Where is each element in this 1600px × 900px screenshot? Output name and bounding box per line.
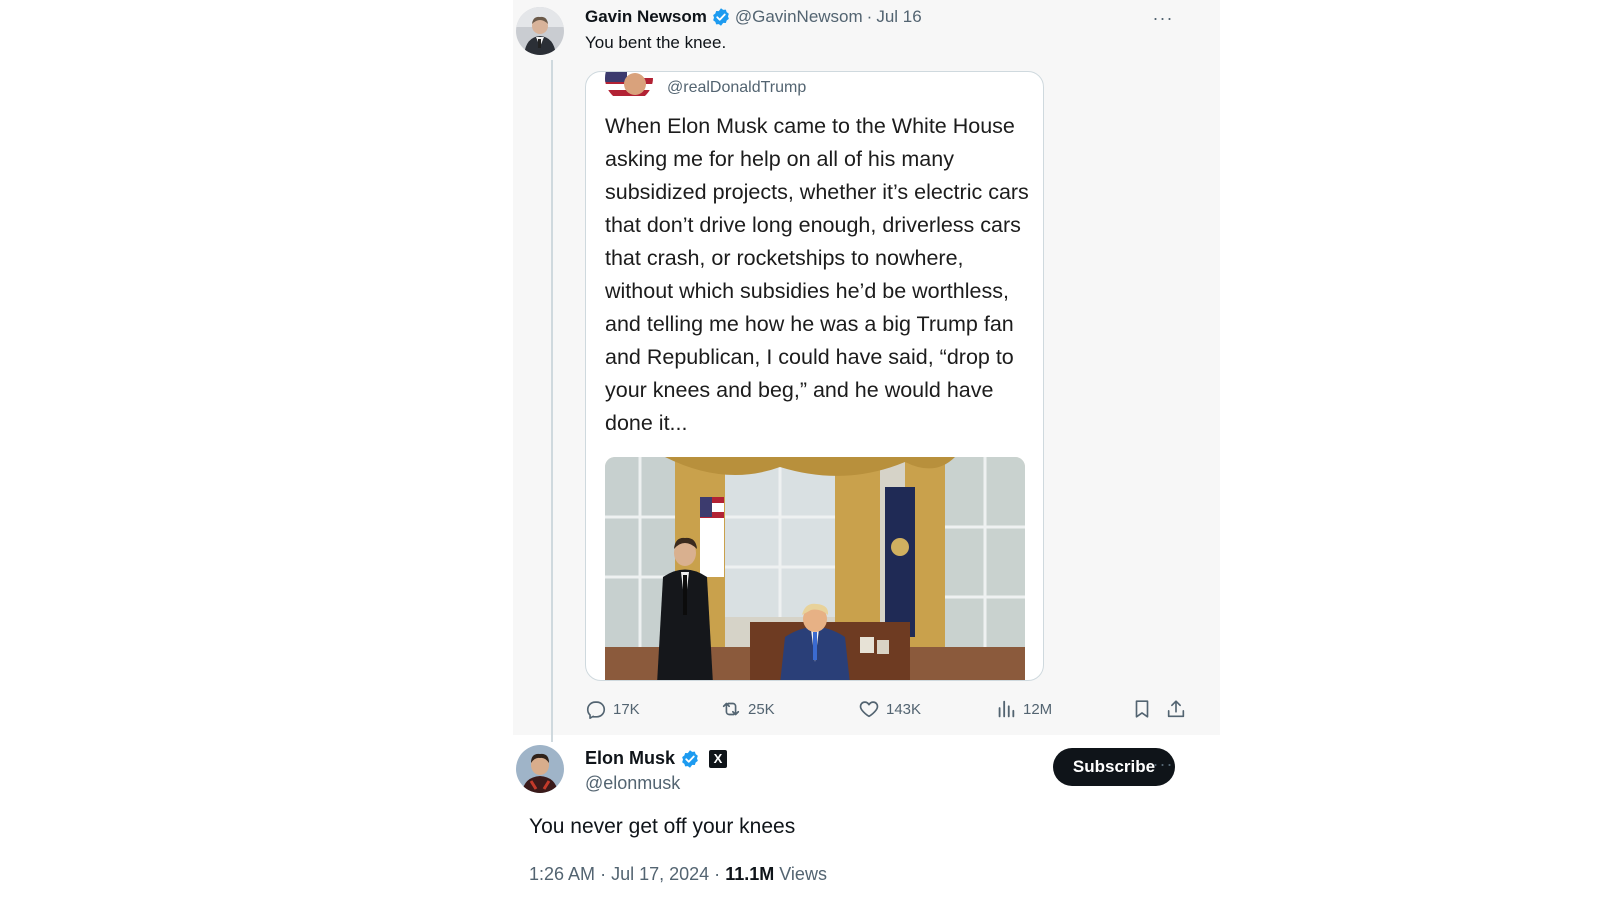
more-icon[interactable]: ··· bbox=[1151, 752, 1175, 776]
gavin-newsom-avatar[interactable] bbox=[516, 7, 564, 55]
tweet-metadata: 1:26 AM · Jul 17, 2024 · 11.1M Views bbox=[529, 864, 827, 885]
author-name[interactable]: Elon Musk bbox=[585, 748, 675, 769]
quoted-post-card[interactable]: @realDonaldTrump When Elon Musk came to … bbox=[585, 71, 1044, 681]
elon-musk-avatar[interactable] bbox=[516, 745, 564, 793]
parent-tweet[interactable]: Gavin Newsom @GavinNewsom · Jul 16 ··· Y… bbox=[513, 0, 1220, 742]
parent-tweet-header: Gavin Newsom @GavinNewsom · Jul 16 bbox=[585, 7, 922, 27]
reply-count: 17K bbox=[613, 700, 640, 718]
date-separator: · bbox=[866, 7, 873, 26]
reply-header: Elon Musk X @elonmusk bbox=[585, 748, 728, 794]
x-affiliate-badge[interactable]: X bbox=[709, 749, 728, 768]
repost-button[interactable]: 25K bbox=[720, 698, 775, 720]
author-handle[interactable]: @elonmusk bbox=[585, 773, 727, 794]
views-button[interactable]: 12M bbox=[995, 698, 1052, 720]
views-icon bbox=[998, 700, 1015, 718]
quoted-avatar bbox=[605, 72, 653, 102]
meta-separator: · bbox=[714, 864, 721, 884]
meta-separator: · bbox=[600, 864, 607, 884]
quoted-text: When Elon Musk came to the White House a… bbox=[605, 114, 1029, 435]
oval-office-photo bbox=[605, 457, 1025, 680]
bookmark-button[interactable] bbox=[1131, 698, 1153, 720]
tweet-text: You bent the knee. bbox=[585, 33, 727, 52]
views-label: Views bbox=[779, 864, 827, 884]
share-icon bbox=[1167, 700, 1185, 718]
like-count: 143K bbox=[886, 700, 922, 718]
repost-count: 25K bbox=[748, 700, 775, 718]
view-count: 12M bbox=[1023, 700, 1053, 718]
reply-icon bbox=[586, 701, 606, 719]
like-button[interactable]: 143K bbox=[858, 698, 921, 720]
tweet-thread: Gavin Newsom @GavinNewsom · Jul 16 ··· Y… bbox=[513, 0, 1220, 900]
repost-icon bbox=[722, 702, 740, 716]
quoted-handle: @realDonaldTrump bbox=[667, 79, 807, 96]
reply-button[interactable]: 17K bbox=[585, 698, 640, 720]
engagement-bar: 17K 25K 143K 12M bbox=[585, 698, 1205, 722]
author-name[interactable]: Gavin Newsom bbox=[585, 7, 707, 27]
views-count: 11.1M bbox=[725, 864, 775, 884]
tweet-time[interactable]: 1:26 AM bbox=[529, 864, 595, 884]
like-icon bbox=[859, 701, 879, 718]
more-icon[interactable]: ··· bbox=[1151, 6, 1175, 30]
verified-badge-icon bbox=[682, 749, 698, 768]
reply-text: You never get off your knees bbox=[529, 815, 796, 838]
verified-badge-icon bbox=[713, 8, 729, 26]
thread-connector-line bbox=[551, 60, 553, 742]
tweet-date[interactable]: Jul 16 bbox=[876, 7, 921, 27]
share-button[interactable] bbox=[1165, 698, 1187, 720]
tweet-date[interactable]: Jul 17, 2024 bbox=[611, 864, 709, 884]
author-handle[interactable]: @GavinNewsom bbox=[735, 7, 863, 27]
bookmark-icon bbox=[1135, 700, 1149, 718]
